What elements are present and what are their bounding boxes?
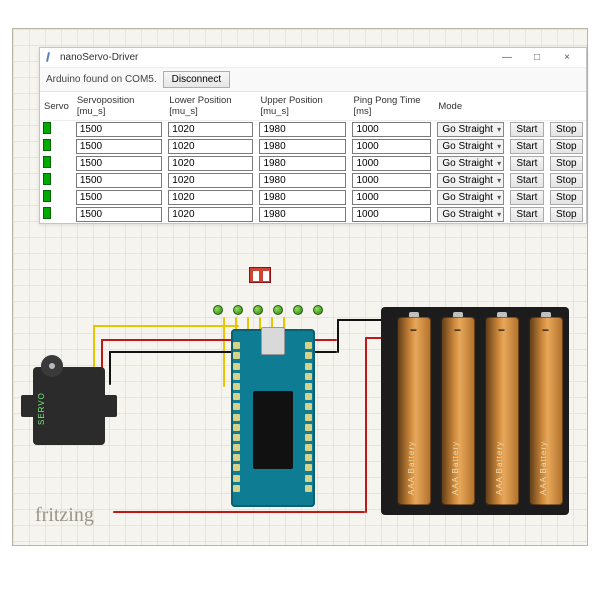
col-upper: Upper Position [mu_s] xyxy=(256,92,349,121)
start-button[interactable]: Start xyxy=(510,190,543,205)
col-servoposition: Servoposition [mu_s] xyxy=(73,92,165,121)
ping-time-input[interactable] xyxy=(352,190,431,205)
ping-time-input[interactable] xyxy=(352,156,431,171)
mode-value: Go Straight xyxy=(442,192,493,203)
ping-time-input[interactable] xyxy=(352,122,431,137)
stop-button[interactable]: Stop xyxy=(550,190,583,205)
col-lower: Lower Position [mu_s] xyxy=(165,92,256,121)
chevron-down-icon: ▾ xyxy=(497,125,501,134)
lower-position-input[interactable] xyxy=(168,122,253,137)
upper-position-input[interactable] xyxy=(259,190,346,205)
start-button[interactable]: Start xyxy=(510,139,543,154)
lower-position-input[interactable] xyxy=(168,156,253,171)
circuit-diagram: SERVO −AAA Battery −AAA Battery −AAA Bat… xyxy=(13,219,587,545)
connection-status: Arduino found on COM5. xyxy=(46,74,157,85)
maximize-button[interactable]: □ xyxy=(522,49,552,67)
chevron-down-icon: ▾ xyxy=(497,193,501,202)
start-button[interactable]: Start xyxy=(510,156,543,171)
col-servo: Servo xyxy=(40,92,73,121)
chevron-down-icon: ▾ xyxy=(497,210,501,219)
table-header-row: Servo Servoposition [mu_s] Lower Positio… xyxy=(40,92,586,121)
statusbar: Arduino found on COM5. Disconnect xyxy=(40,68,586,92)
mode-value: Go Straight xyxy=(442,141,493,152)
stop-button[interactable]: Stop xyxy=(550,139,583,154)
start-button[interactable]: Start xyxy=(510,122,543,137)
titlebar: nanoServo-Driver — □ × xyxy=(40,48,586,68)
mode-select[interactable]: Go Straight ▾ xyxy=(437,122,504,137)
workspace-canvas: nanoServo-Driver — □ × Arduino found on … xyxy=(12,28,588,546)
lower-position-input[interactable] xyxy=(168,190,253,205)
dip-switch xyxy=(249,267,271,283)
mode-select[interactable]: Go Straight ▾ xyxy=(437,190,504,205)
servo-status-led xyxy=(43,173,51,185)
servo-motor: SERVO xyxy=(33,367,105,445)
led-row xyxy=(213,305,343,317)
table-row: Go Straight ▾ Start Stop xyxy=(40,155,586,172)
col-ping: Ping Pong Time [ms] xyxy=(349,92,434,121)
led-icon xyxy=(233,305,243,315)
servo-status-led xyxy=(43,156,51,168)
servo-hub xyxy=(41,355,63,377)
battery-cell: −AAA Battery xyxy=(441,317,475,505)
disconnect-button[interactable]: Disconnect xyxy=(163,71,230,88)
servo-table: Servo Servoposition [mu_s] Lower Positio… xyxy=(40,92,586,223)
ping-time-input[interactable] xyxy=(352,173,431,188)
start-button[interactable]: Start xyxy=(510,173,543,188)
chevron-down-icon: ▾ xyxy=(497,176,501,185)
mode-select[interactable]: Go Straight ▾ xyxy=(437,173,504,188)
battery-cell: −AAA Battery xyxy=(397,317,431,505)
table-row: Go Straight ▾ Start Stop xyxy=(40,172,586,189)
chevron-down-icon: ▾ xyxy=(497,142,501,151)
window-title: nanoServo-Driver xyxy=(60,52,138,63)
upper-position-input[interactable] xyxy=(259,173,346,188)
table-row: Go Straight ▾ Start Stop xyxy=(40,121,586,139)
upper-position-input[interactable] xyxy=(259,156,346,171)
servo-status-led xyxy=(43,207,51,219)
ping-time-input[interactable] xyxy=(352,139,431,154)
stop-button[interactable]: Stop xyxy=(550,122,583,137)
arduino-nano xyxy=(231,329,315,507)
app-window: nanoServo-Driver — □ × Arduino found on … xyxy=(39,47,587,224)
mode-value: Go Straight xyxy=(442,158,493,169)
mode-select[interactable]: Go Straight ▾ xyxy=(437,139,504,154)
led-icon xyxy=(313,305,323,315)
lower-position-input[interactable] xyxy=(168,173,253,188)
servo-label: SERVO xyxy=(37,392,46,425)
stop-button[interactable]: Stop xyxy=(550,173,583,188)
led-icon xyxy=(253,305,263,315)
upper-position-input[interactable] xyxy=(259,139,346,154)
mode-select[interactable]: Go Straight ▾ xyxy=(437,156,504,171)
led-icon xyxy=(213,305,223,315)
minimize-button[interactable]: — xyxy=(492,49,522,67)
lower-position-input[interactable] xyxy=(168,139,253,154)
upper-position-input[interactable] xyxy=(259,122,346,137)
close-button[interactable]: × xyxy=(552,49,582,67)
battery-cell: −AAA Battery xyxy=(485,317,519,505)
servoposition-input[interactable] xyxy=(76,122,162,137)
led-icon xyxy=(293,305,303,315)
mode-value: Go Straight xyxy=(442,175,493,186)
battery-pack: −AAA Battery −AAA Battery −AAA Battery −… xyxy=(381,307,569,515)
servoposition-input[interactable] xyxy=(76,190,162,205)
table-row: Go Straight ▾ Start Stop xyxy=(40,189,586,206)
chevron-down-icon: ▾ xyxy=(497,159,501,168)
led-icon xyxy=(273,305,283,315)
mcu-chip-icon xyxy=(253,391,293,469)
col-mode: Mode xyxy=(434,92,507,121)
servo-status-led xyxy=(43,139,51,151)
servoposition-input[interactable] xyxy=(76,173,162,188)
servoposition-input[interactable] xyxy=(76,139,162,154)
app-icon xyxy=(44,52,56,64)
stop-button[interactable]: Stop xyxy=(550,156,583,171)
fritzing-watermark: fritzing xyxy=(35,504,94,527)
usb-port-icon xyxy=(261,327,285,355)
mode-value: Go Straight xyxy=(442,124,493,135)
servoposition-input[interactable] xyxy=(76,156,162,171)
battery-cell: −AAA Battery xyxy=(529,317,563,505)
table-row: Go Straight ▾ Start Stop xyxy=(40,138,586,155)
servo-status-led xyxy=(43,190,51,202)
servo-status-led xyxy=(43,122,51,134)
